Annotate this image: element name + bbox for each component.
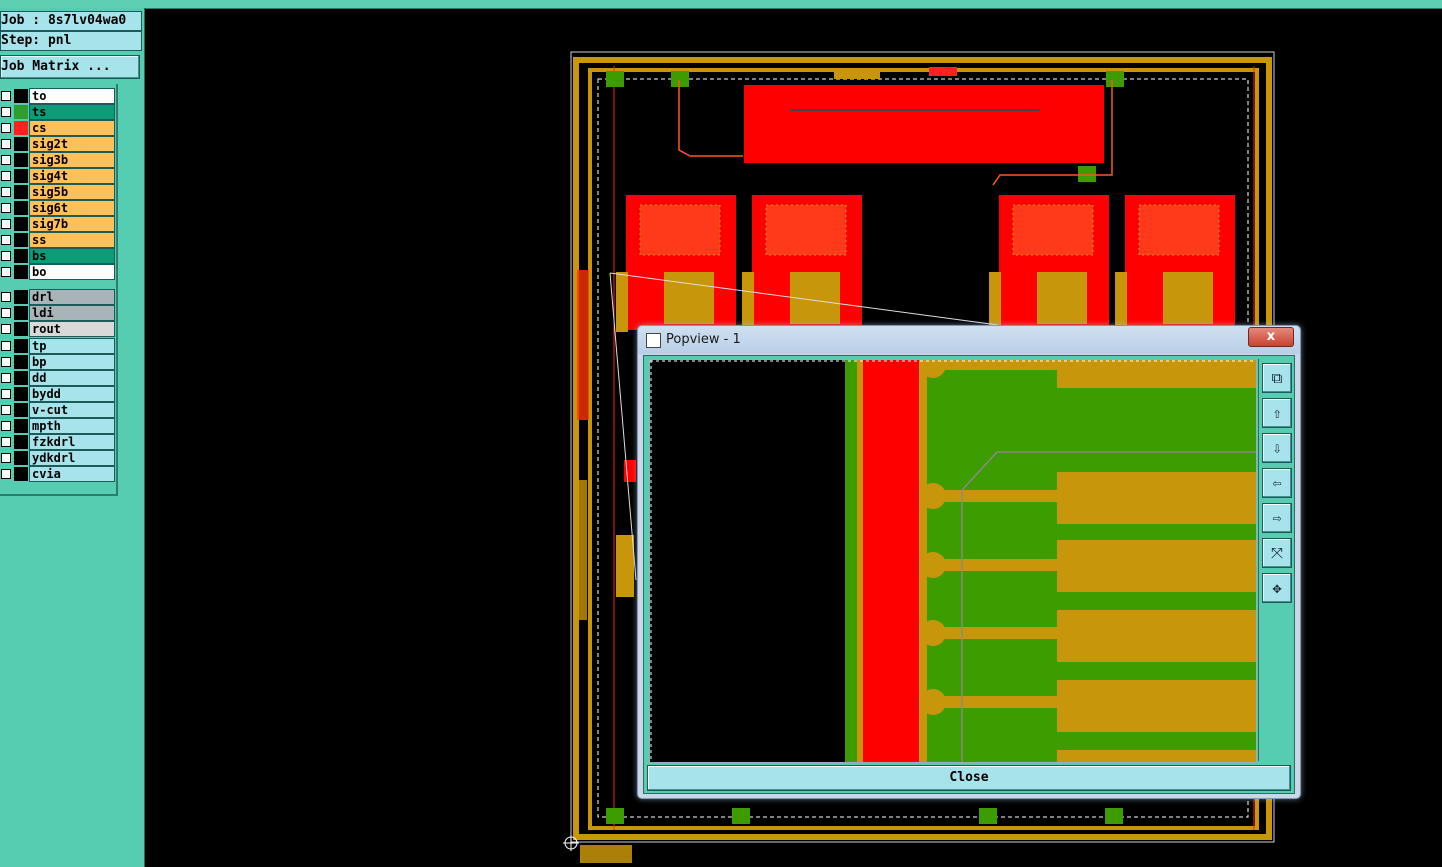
popview-body: ⧉ ⇧ ⇩ ⇦ ⇨ ⤧ ✥ Close xyxy=(643,355,1295,794)
close-x-button[interactable]: x xyxy=(1248,327,1294,347)
fiducial-pad xyxy=(606,808,624,824)
popview-toolbar: ⧉ ⇧ ⇩ ⇦ ⇨ ⤧ ✥ xyxy=(1258,359,1293,761)
fiducial-pad xyxy=(671,71,689,87)
pan-down-icon[interactable]: ⇩ xyxy=(1262,433,1292,463)
test-coupon xyxy=(744,85,1104,163)
pcb-board xyxy=(752,195,862,330)
window-icon xyxy=(646,333,661,348)
fiducial-pad xyxy=(606,71,624,87)
popview-window: Popview - 1 x ⧉ ⇧ ⇩ ⇦ ⇨ ⤧ ✥ Close xyxy=(637,325,1301,799)
marker-tab xyxy=(580,845,632,863)
pcb-board xyxy=(626,195,736,330)
fiducial-pad xyxy=(732,808,750,824)
zoom-window-icon[interactable]: ⧉ xyxy=(1262,363,1292,393)
fiducial-pad xyxy=(1078,166,1096,182)
marker-tab xyxy=(834,72,880,79)
fiducial-pad xyxy=(979,808,997,824)
popview-title: Popview - 1 xyxy=(666,332,741,347)
fiducial-pad xyxy=(1105,808,1123,824)
pan-right-icon[interactable]: ⇨ xyxy=(1262,503,1292,533)
pan-up-icon[interactable]: ⇧ xyxy=(1262,398,1292,428)
zoom-fit-icon[interactable]: ⤧ xyxy=(1262,538,1292,568)
close-button[interactable]: Close xyxy=(647,765,1291,791)
pan-left-icon[interactable]: ⇦ xyxy=(1262,468,1292,498)
zoom-out-icon[interactable]: ✥ xyxy=(1262,573,1292,603)
pcb-board xyxy=(999,195,1109,330)
pcb-board xyxy=(1125,195,1235,330)
marker-tab xyxy=(929,67,957,76)
popview-zoom-view[interactable] xyxy=(649,359,1257,763)
fiducial-pad xyxy=(1106,71,1124,87)
popview-titlebar[interactable]: Popview - 1 x xyxy=(638,326,1300,354)
